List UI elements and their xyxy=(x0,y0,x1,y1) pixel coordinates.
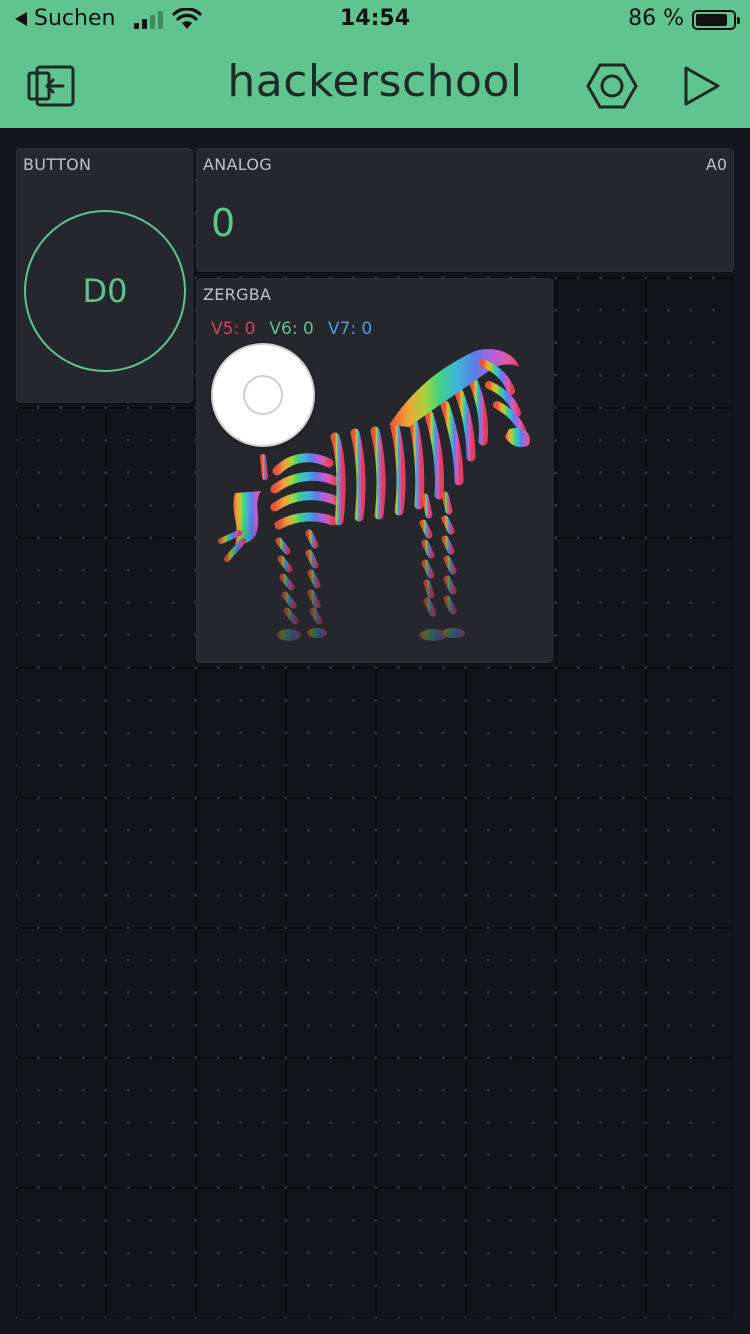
button-widget[interactable]: BUTTON D0 xyxy=(16,148,193,403)
zergba-widget[interactable]: ZERGBA V5: 0 V6: 0 V7: 0 xyxy=(196,278,553,663)
v7-value: V7: 0 xyxy=(327,319,373,339)
settings-hexagon-icon xyxy=(586,63,638,109)
battery-percentage: 86 % xyxy=(628,6,684,31)
color-picker-handle[interactable] xyxy=(211,343,315,447)
button-widget-label: BUTTON xyxy=(23,155,92,174)
settings-button[interactable] xyxy=(586,62,638,110)
app-header: Suchen 14:54 86 % hackerschool xyxy=(0,0,750,128)
zergba-widget-label: ZERGBA xyxy=(203,285,272,304)
play-button[interactable] xyxy=(674,62,726,110)
analog-value: 0 xyxy=(211,201,236,245)
play-icon xyxy=(684,66,720,106)
d0-button-label: D0 xyxy=(82,272,128,310)
v5-value: V5: 0 xyxy=(211,319,256,339)
battery-icon xyxy=(692,10,740,30)
zergba-pin-values: V5: 0 V6: 0 V7: 0 xyxy=(211,319,372,339)
nav-bar: hackerschool xyxy=(0,40,750,128)
status-bar: Suchen 14:54 86 % xyxy=(0,0,750,40)
analog-pin-label: A0 xyxy=(705,155,727,174)
picker-handle-center xyxy=(243,375,283,415)
analog-display-widget[interactable]: ANALOG A0 0 xyxy=(196,148,734,272)
analog-widget-label: ANALOG xyxy=(203,155,272,174)
v6-value: V6: 0 xyxy=(269,319,314,339)
d0-push-button[interactable]: D0 xyxy=(24,210,186,372)
